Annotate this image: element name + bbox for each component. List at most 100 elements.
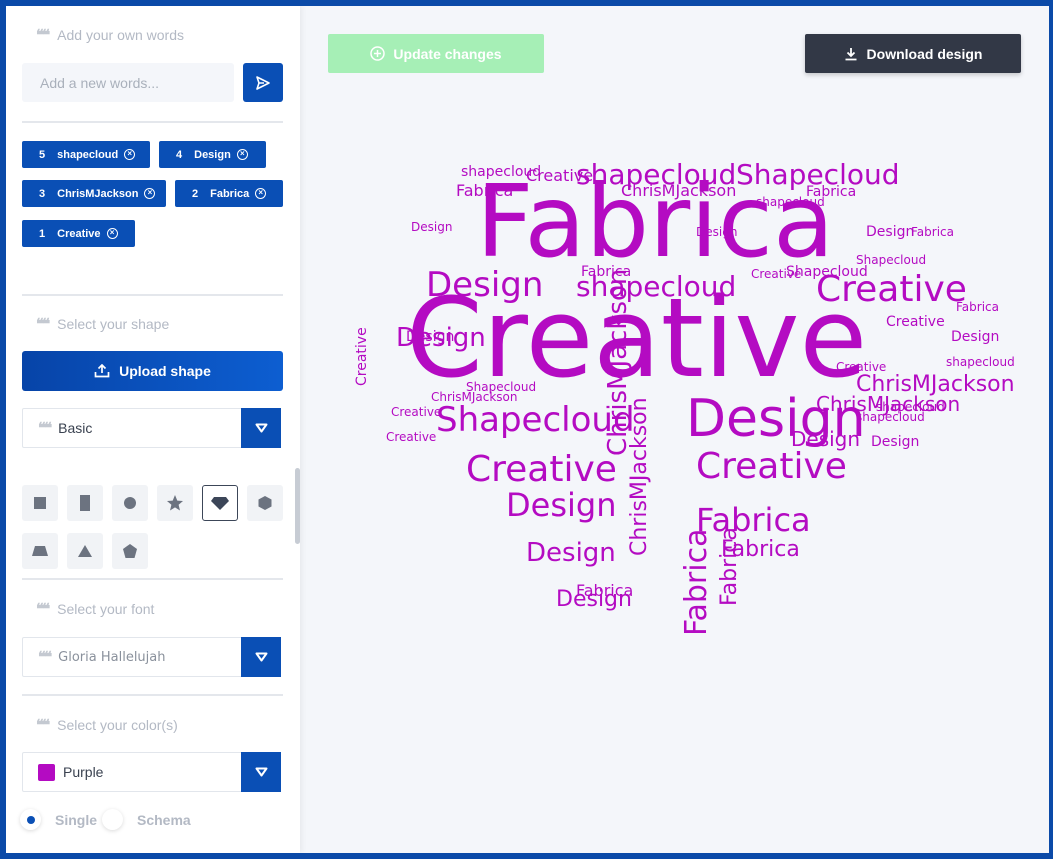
words-section-title: ❝❝ Add your own words	[36, 26, 184, 44]
upload-icon	[94, 364, 110, 378]
download-design-button[interactable]: Download design	[805, 34, 1021, 73]
remove-icon[interactable]: ×	[106, 228, 118, 239]
quote-icon: ❝❝	[36, 26, 50, 44]
cloud-word: Fabrica	[456, 181, 513, 200]
shape-star-button[interactable]	[157, 485, 193, 521]
cloud-word: Design	[526, 538, 616, 568]
shape-square-button[interactable]	[22, 485, 58, 521]
quote-icon: ❝❝	[36, 600, 50, 618]
chevron-down-icon[interactable]	[241, 637, 281, 677]
cloud-word: Design	[506, 486, 616, 524]
shape-pentagon-button[interactable]	[112, 533, 148, 569]
cloud-word: Fabrica	[911, 225, 954, 239]
word-chip[interactable]: 2 Fabrica ×	[175, 180, 283, 207]
divider	[22, 694, 283, 696]
cloud-word: shapecloud	[876, 400, 945, 414]
chevron-down-icon[interactable]	[241, 752, 281, 792]
quote-icon: ❝❝	[38, 419, 52, 437]
radio-single[interactable]: Single	[20, 809, 97, 830]
square-icon	[34, 497, 46, 509]
divider	[22, 578, 283, 580]
cloud-word: Creative	[696, 446, 847, 487]
cloud-word: Design	[696, 225, 737, 239]
cloud-word: ChrisMJackson	[431, 390, 518, 404]
download-icon	[845, 47, 857, 60]
quote-icon: ❝❝	[38, 648, 52, 666]
send-icon	[256, 75, 270, 90]
cloud-word: Fabrica	[679, 529, 714, 636]
cloud-word: Creative	[354, 327, 370, 386]
cloud-word: Creative	[391, 405, 441, 419]
word-cloud-canvas: Fabrica Creative shapecloud Shapecloud Desig…	[336, 136, 1016, 696]
diamond-icon	[211, 497, 229, 510]
word-cloud: Fabrica Creative shapecloud Shapecloud Desig…	[354, 158, 1015, 636]
cloud-word: Design	[866, 224, 914, 240]
word-chip[interactable]: 3 ChrisMJackson ×	[22, 180, 166, 207]
cloud-word: Design	[871, 434, 919, 450]
remove-icon[interactable]: ×	[255, 188, 267, 199]
cloud-word: Creative	[751, 267, 801, 281]
cloud-word: Fabrica	[581, 264, 631, 280]
font-select[interactable]: ❝❝ Gloria Hallelujah	[22, 637, 281, 677]
shape-trapezoid-button[interactable]	[22, 533, 58, 569]
cloud-word: Design	[411, 220, 452, 234]
upload-shape-button[interactable]: Upload shape	[22, 351, 283, 391]
cloud-word: Shapecloud	[436, 400, 635, 440]
radio-button[interactable]	[102, 809, 123, 830]
divider	[22, 294, 283, 296]
rectangle-icon	[80, 495, 90, 511]
cloud-word: Design	[426, 265, 543, 305]
font-section-title: ❝❝ Select your font	[36, 600, 155, 618]
star-icon	[167, 495, 183, 511]
remove-icon[interactable]: ×	[124, 149, 136, 160]
cloud-word: ChrisMJackson	[856, 372, 1015, 397]
sidebar-scrollbar[interactable]	[295, 468, 300, 544]
chevron-down-icon[interactable]	[241, 408, 281, 448]
cloud-word: Creative	[836, 360, 886, 374]
cloud-word: Fabrica	[576, 581, 633, 600]
plus-circle-icon	[370, 46, 386, 61]
word-chip[interactable]: 4 Design ×	[159, 141, 266, 168]
cloud-word: Design	[951, 329, 999, 345]
cloud-word: Design	[406, 329, 454, 345]
cloud-word: Fabrica	[806, 184, 856, 200]
color-select[interactable]: Purple	[22, 752, 281, 792]
update-changes-button[interactable]: Update changes	[328, 34, 544, 73]
color-section-title: ❝❝ Select your color(s)	[36, 716, 178, 734]
add-word-button[interactable]	[243, 63, 283, 102]
color-swatch	[38, 763, 55, 781]
trapezoid-icon	[32, 546, 48, 556]
cloud-word: Fabrica	[717, 527, 742, 606]
divider	[22, 121, 283, 123]
cloud-word: Creative	[386, 430, 436, 444]
remove-icon[interactable]: ×	[236, 149, 248, 160]
cloud-word: Design	[791, 427, 860, 451]
shape-triangle-button[interactable]	[67, 533, 103, 569]
shape-diamond-button[interactable]	[202, 485, 238, 521]
pentagon-icon	[123, 544, 137, 558]
cloud-word: ChrisMJackson	[627, 397, 652, 556]
sidebar: ❝❝ Add your own words 5 shapecloud × 4 D…	[6, 6, 300, 853]
quote-icon: ❝❝	[36, 716, 50, 734]
cloud-word: Creative	[526, 166, 593, 185]
shape-hexagon-button[interactable]	[247, 485, 283, 521]
cloud-word: ChrisMJackson	[621, 181, 736, 200]
circle-icon	[124, 497, 136, 509]
shape-circle-button[interactable]	[112, 485, 148, 521]
new-word-input[interactable]	[22, 63, 234, 102]
word-chip[interactable]: 1 Creative ×	[22, 220, 135, 247]
cloud-word: Creative	[466, 449, 617, 490]
cloud-word: shapecloud	[946, 355, 1015, 369]
triangle-icon	[78, 545, 92, 557]
shape-section-title: ❝❝ Select your shape	[36, 315, 170, 333]
word-chip[interactable]: 5 shapecloud ×	[22, 141, 150, 168]
cloud-word: Fabrica	[956, 300, 999, 314]
remove-icon[interactable]: ×	[144, 188, 156, 199]
radio-button[interactable]	[20, 809, 41, 830]
app-window: ❝❝ Add your own words 5 shapecloud × 4 D…	[6, 6, 1049, 853]
hexagon-icon	[258, 496, 272, 510]
shape-rectangle-button[interactable]	[67, 485, 103, 521]
shape-category-select[interactable]: ❝❝ Basic	[22, 408, 281, 448]
cloud-word: Creative	[886, 314, 945, 330]
radio-schema[interactable]: Schema	[102, 809, 191, 830]
